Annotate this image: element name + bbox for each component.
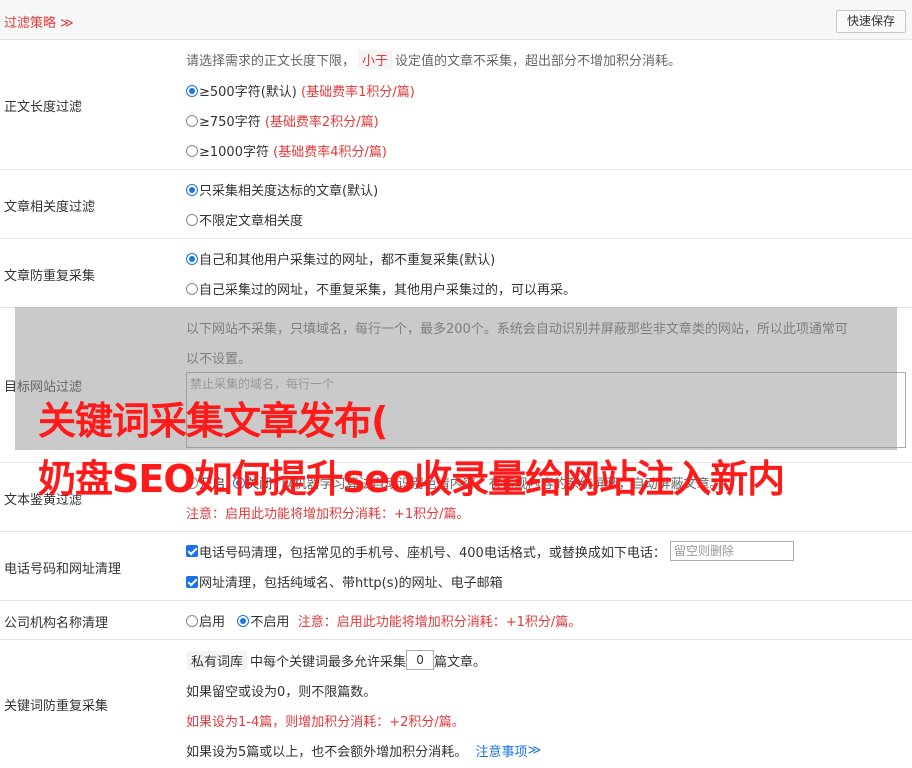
- option-label: 网址清理，包括纯域名、带http(s)的网址、电子邮箱: [199, 576, 503, 591]
- keyword-dup-line-1: 私有词库 中每个关键词最多允许采集 0 篇文章。: [184, 650, 486, 670]
- radio-icon[interactable]: [186, 114, 198, 127]
- option-cost: (基础费率1积分/篇): [301, 85, 415, 100]
- radio-selected-icon[interactable]: [237, 614, 250, 627]
- checkbox-checked-icon[interactable]: [186, 545, 198, 557]
- keyword-dup-line-4: 如果设为5篇或以上，也不会额外增加积分消耗。 注意事项 ≫: [186, 741, 541, 760]
- dup-filter-label: 文章防重复采集: [4, 269, 96, 284]
- radio-icon[interactable]: [186, 213, 198, 226]
- option-cost: (基础费率4积分/篇): [273, 145, 387, 160]
- radio-selected-icon[interactable]: [186, 183, 198, 196]
- option-label: 只采集相关度达标的文章(默认): [199, 184, 379, 199]
- length-option-500[interactable]: ≥500字符(默认) (基础费率1积分/篇): [186, 81, 415, 100]
- org-filter-options: 启用 不启用 注意：启用此功能将增加积分消耗：+1积分/篇。: [186, 611, 581, 630]
- keyword-text: 如果设为5篇或以上，也不会额外增加积分消耗。: [186, 745, 468, 760]
- relevance-option-2[interactable]: 不限定文章相关度: [186, 210, 303, 229]
- radio-icon[interactable]: [186, 144, 198, 157]
- keyword-dup-label: 关键词防重复采集: [4, 699, 109, 714]
- phone-clean-option[interactable]: 电话号码清理，包括常见的手机号、座机号、400电话格式，或替换成如下电话： 留空…: [186, 541, 794, 561]
- option-cost: (基础费率2积分/篇): [264, 115, 379, 130]
- watermark-line-1: 关键词采集文章发布(: [38, 399, 388, 443]
- notes-link[interactable]: 注意事项: [476, 741, 528, 760]
- option-label: 启用: [199, 615, 226, 630]
- desc-text: 请选择需求的正文长度下限，: [186, 54, 356, 69]
- keyword-dup-line-2: 如果留空或设为0，则不限篇数。: [186, 685, 377, 700]
- porn-filter-note: 注意：启用此功能将增加积分消耗：+1积分/篇。: [186, 507, 470, 522]
- url-clean-option[interactable]: 网址清理，包括纯域名、带http(s)的网址、电子邮箱: [186, 572, 503, 591]
- option-label: 自己采集过的网址，不重复采集，其他用户采集过的，可以再采。: [199, 283, 577, 298]
- option-label: 不限定文章相关度: [199, 214, 304, 229]
- radio-icon[interactable]: [186, 614, 198, 627]
- checkbox-checked-icon[interactable]: [186, 575, 198, 588]
- watermark-line-2: 奶盘SEO如何提升seo收录量给网站注入新内: [38, 457, 785, 501]
- quick-save-button[interactable]: 快速保存: [836, 10, 906, 33]
- chevron-down-icon[interactable]: ≫: [528, 743, 542, 758]
- keyword-dup-line-3: 如果设为1-4篇，则增加积分消耗：+2积分/篇。: [186, 715, 465, 730]
- less-than-tag: 小于: [358, 50, 393, 69]
- filter-header: 过滤策略 ≫ 快速保存: [0, 0, 912, 40]
- max-articles-input[interactable]: 0: [406, 650, 435, 670]
- relevance-option-1[interactable]: 只采集相关度达标的文章(默认): [186, 180, 378, 199]
- relevance-filter-label: 文章相关度过滤: [4, 200, 96, 215]
- option-label: ≥500字符(默认): [199, 85, 297, 100]
- option-label: 电话号码清理，包括常见的手机号、座机号、400电话格式，或替换成如下电话：: [199, 545, 666, 561]
- section-title[interactable]: 过滤策略 ≫: [4, 12, 74, 31]
- phone-filter-label: 电话号码和网址清理: [4, 562, 122, 577]
- relevance-filter-row: 文章相关度过滤: [0, 170, 912, 239]
- dup-option-2[interactable]: 自己采集过的网址，不重复采集，其他用户采集过的，可以再采。: [186, 279, 576, 298]
- length-filter-label: 正文长度过滤: [4, 100, 83, 115]
- org-filter-note: 注意：启用此功能将增加积分消耗：+1积分/篇。: [297, 615, 582, 630]
- desc-text: 设定值的文章不采集，超出部分不增加积分消耗。: [395, 54, 682, 69]
- keyword-text: 中每个关键词最多允许采集: [250, 654, 407, 670]
- radio-icon[interactable]: [186, 282, 198, 295]
- option-label: 不启用: [250, 615, 290, 630]
- option-label: 自己和其他用户采集过的网址，都不重复采集(默认): [199, 253, 496, 268]
- private-lexicon-tag[interactable]: 私有词库: [187, 650, 248, 670]
- option-label: ≥1000字符: [199, 145, 269, 160]
- length-option-1000[interactable]: ≥1000字符 (基础费率4积分/篇): [186, 141, 387, 160]
- option-label: ≥750字符: [199, 115, 261, 130]
- length-option-750[interactable]: ≥750字符 (基础费率2积分/篇): [186, 111, 379, 130]
- radio-selected-icon[interactable]: [186, 252, 198, 265]
- radio-selected-icon[interactable]: [186, 84, 198, 97]
- dup-option-1[interactable]: 自己和其他用户采集过的网址，都不重复采集(默认): [186, 249, 495, 268]
- replacement-phone-input[interactable]: 留空则删除: [669, 541, 794, 561]
- org-filter-label: 公司机构名称清理: [4, 616, 109, 631]
- keyword-text: 篇文章。: [434, 654, 487, 670]
- length-filter-desc: 请选择需求的正文长度下限， 小于 设定值的文章不采集，超出部分不增加积分消耗。: [186, 50, 681, 69]
